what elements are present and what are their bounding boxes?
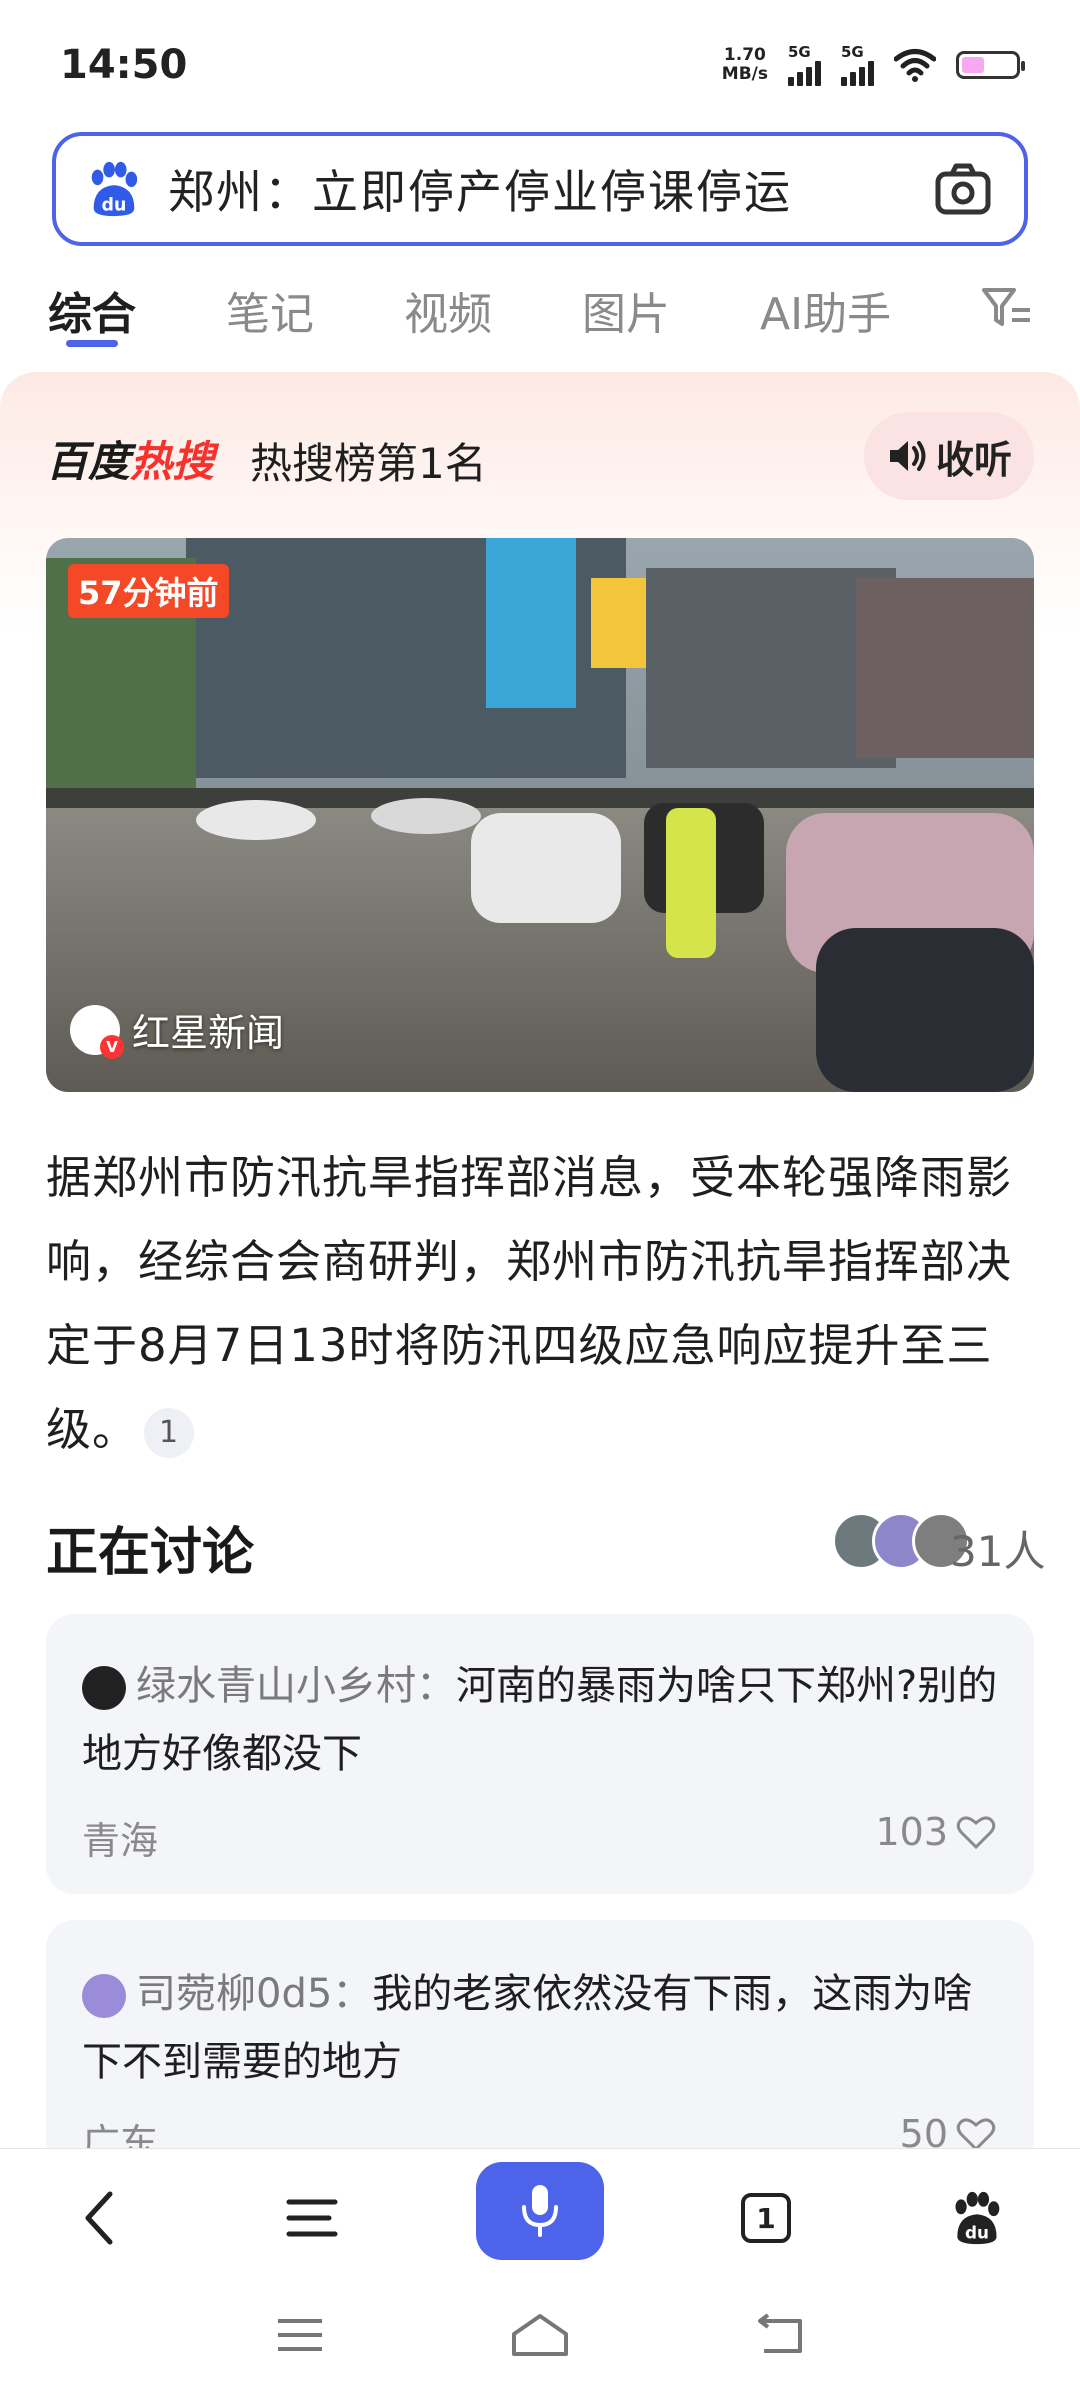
active-tab-indicator: [66, 340, 118, 347]
comment-card[interactable]: 司菀柳0d5：我的老家依然没有下雨，这雨为啥下不到需要的地方 广东 50: [46, 1920, 1034, 2180]
status-icons: 1.70 MB/s 5G 5G: [721, 44, 1025, 86]
speaker-icon: [889, 441, 926, 471]
comment-user[interactable]: 绿水青山小乡村：: [136, 1663, 456, 1709]
signal-icon: 5G: [788, 44, 821, 86]
tab-ai-assistant[interactable]: AI助手: [760, 278, 891, 342]
heart-icon: [956, 1816, 996, 1850]
baidu-hot-logo: 百度热搜: [46, 437, 215, 486]
signal-icon: 5G: [841, 44, 874, 86]
baidu-home-icon: du: [955, 2191, 1000, 2245]
comment-card[interactable]: 绿水青山小乡村：河南的暴雨为啥只下郑州?别的地方好像都没下 青海 103: [46, 1614, 1034, 1894]
net-speed: 1.70 MB/s: [721, 45, 768, 84]
home-icon: [512, 2314, 568, 2356]
tabs-icon: 1: [741, 2193, 791, 2243]
like-button[interactable]: 103: [875, 1810, 996, 1854]
system-home-button[interactable]: [500, 2300, 580, 2370]
source-avatar: [70, 1004, 124, 1059]
svg-text:du: du: [102, 195, 127, 215]
comment-location: 青海: [82, 1819, 159, 1863]
baidu-logo-icon[interactable]: du: [84, 160, 142, 218]
camera-icon[interactable]: [932, 158, 994, 220]
article-summary: 据郑州市防汛抗旱指挥部消息，受本轮强降雨影响，经综合会商研判，郑州市防汛抗旱指挥…: [46, 1151, 1013, 1458]
tab-images[interactable]: 图片: [582, 278, 670, 342]
menu-icon: [286, 2199, 338, 2237]
search-bar[interactable]: du 郑州：立即停产停业停课停运: [52, 132, 1028, 246]
system-menu-icon: [278, 2319, 322, 2351]
comment-text: 绿水青山小乡村：河南的暴雨为啥只下郑州?别的地方好像都没下: [82, 1663, 998, 1777]
search-tabs: 综合 笔记 视频 图片 AI助手: [0, 270, 1080, 350]
battery-icon: [956, 51, 1025, 79]
back-button[interactable]: [60, 2178, 140, 2258]
system-menu-button[interactable]: [260, 2300, 340, 2370]
search-input[interactable]: 郑州：立即停产停业停课停运: [168, 156, 932, 222]
menu-button[interactable]: [272, 2178, 352, 2258]
heart-icon: [956, 2118, 996, 2152]
svg-text:du: du: [965, 2223, 989, 2243]
listen-button[interactable]: 收听: [864, 412, 1034, 500]
back-icon: [85, 2191, 113, 2245]
tabs-button[interactable]: 1: [726, 2178, 806, 2258]
voice-search-button[interactable]: [476, 2162, 604, 2260]
tab-notes[interactable]: 笔记: [226, 278, 314, 342]
filter-icon[interactable]: [980, 284, 1032, 332]
mic-icon: [522, 2185, 558, 2237]
comment-text: 司菀柳0d5：我的老家依然没有下雨，这雨为啥下不到需要的地方: [82, 1971, 973, 2085]
people-count: 31人: [950, 1527, 1046, 1576]
tab-comprehensive[interactable]: 综合: [48, 278, 136, 342]
wifi-icon: [894, 49, 936, 82]
return-icon: [758, 2313, 802, 2353]
baidu-home-button[interactable]: du: [936, 2178, 1016, 2258]
hot-rank-text: 热搜榜第1名: [250, 439, 487, 488]
news-source[interactable]: 红星新闻: [70, 1002, 284, 1059]
status-time: 14:50: [60, 42, 188, 88]
reference-badge[interactable]: 1: [144, 1408, 195, 1458]
comment-user[interactable]: 司菀柳0d5：: [136, 1971, 372, 2017]
time-badge: 57分钟前: [68, 564, 229, 618]
discussion-title: 正在讨论: [46, 1523, 255, 1583]
system-back-button[interactable]: [740, 2300, 820, 2370]
tab-videos[interactable]: 视频: [404, 278, 492, 342]
